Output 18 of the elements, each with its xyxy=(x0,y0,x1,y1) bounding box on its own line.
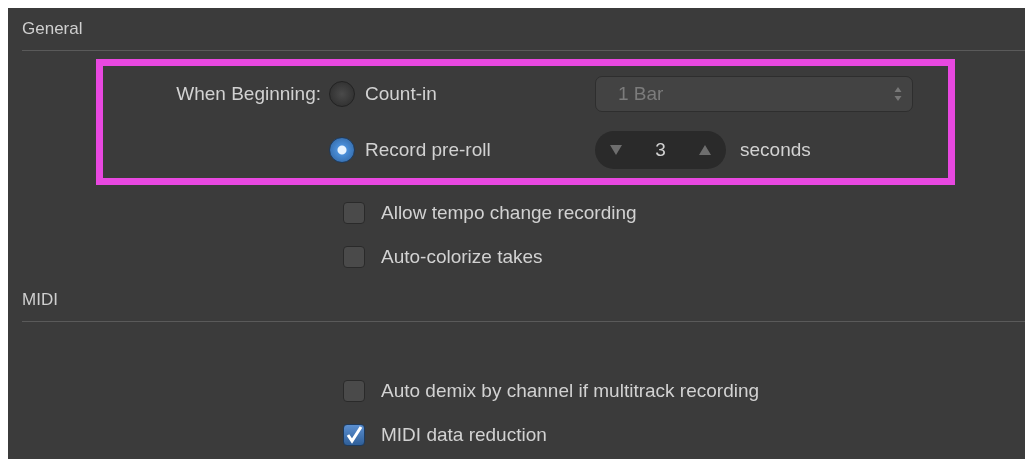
down-arrow-icon[interactable] xyxy=(609,144,623,156)
checkbox-label[interactable]: Auto demix by channel if multitrack recording xyxy=(381,380,760,402)
radio-label[interactable]: Record pre-roll xyxy=(365,139,491,161)
field-label: When Beginning: xyxy=(176,83,321,105)
unit-label: seconds xyxy=(740,139,811,161)
checkbox[interactable] xyxy=(343,202,365,224)
up-arrow-icon[interactable] xyxy=(698,144,712,156)
checkbox-label[interactable]: Auto-colorize takes xyxy=(381,246,543,268)
checkbox-label[interactable]: Allow tempo change recording xyxy=(381,202,637,224)
stepper[interactable]: 3 xyxy=(595,131,726,169)
section-heading: MIDI xyxy=(22,290,58,310)
radio-button[interactable] xyxy=(329,137,355,163)
checkbox[interactable] xyxy=(343,246,365,268)
checkbox-label[interactable]: MIDI data reduction xyxy=(381,424,547,446)
checkbox[interactable] xyxy=(343,380,365,402)
up-down-arrows-icon xyxy=(894,86,902,102)
section-heading: General xyxy=(22,19,83,39)
checkbox[interactable] xyxy=(343,424,365,446)
